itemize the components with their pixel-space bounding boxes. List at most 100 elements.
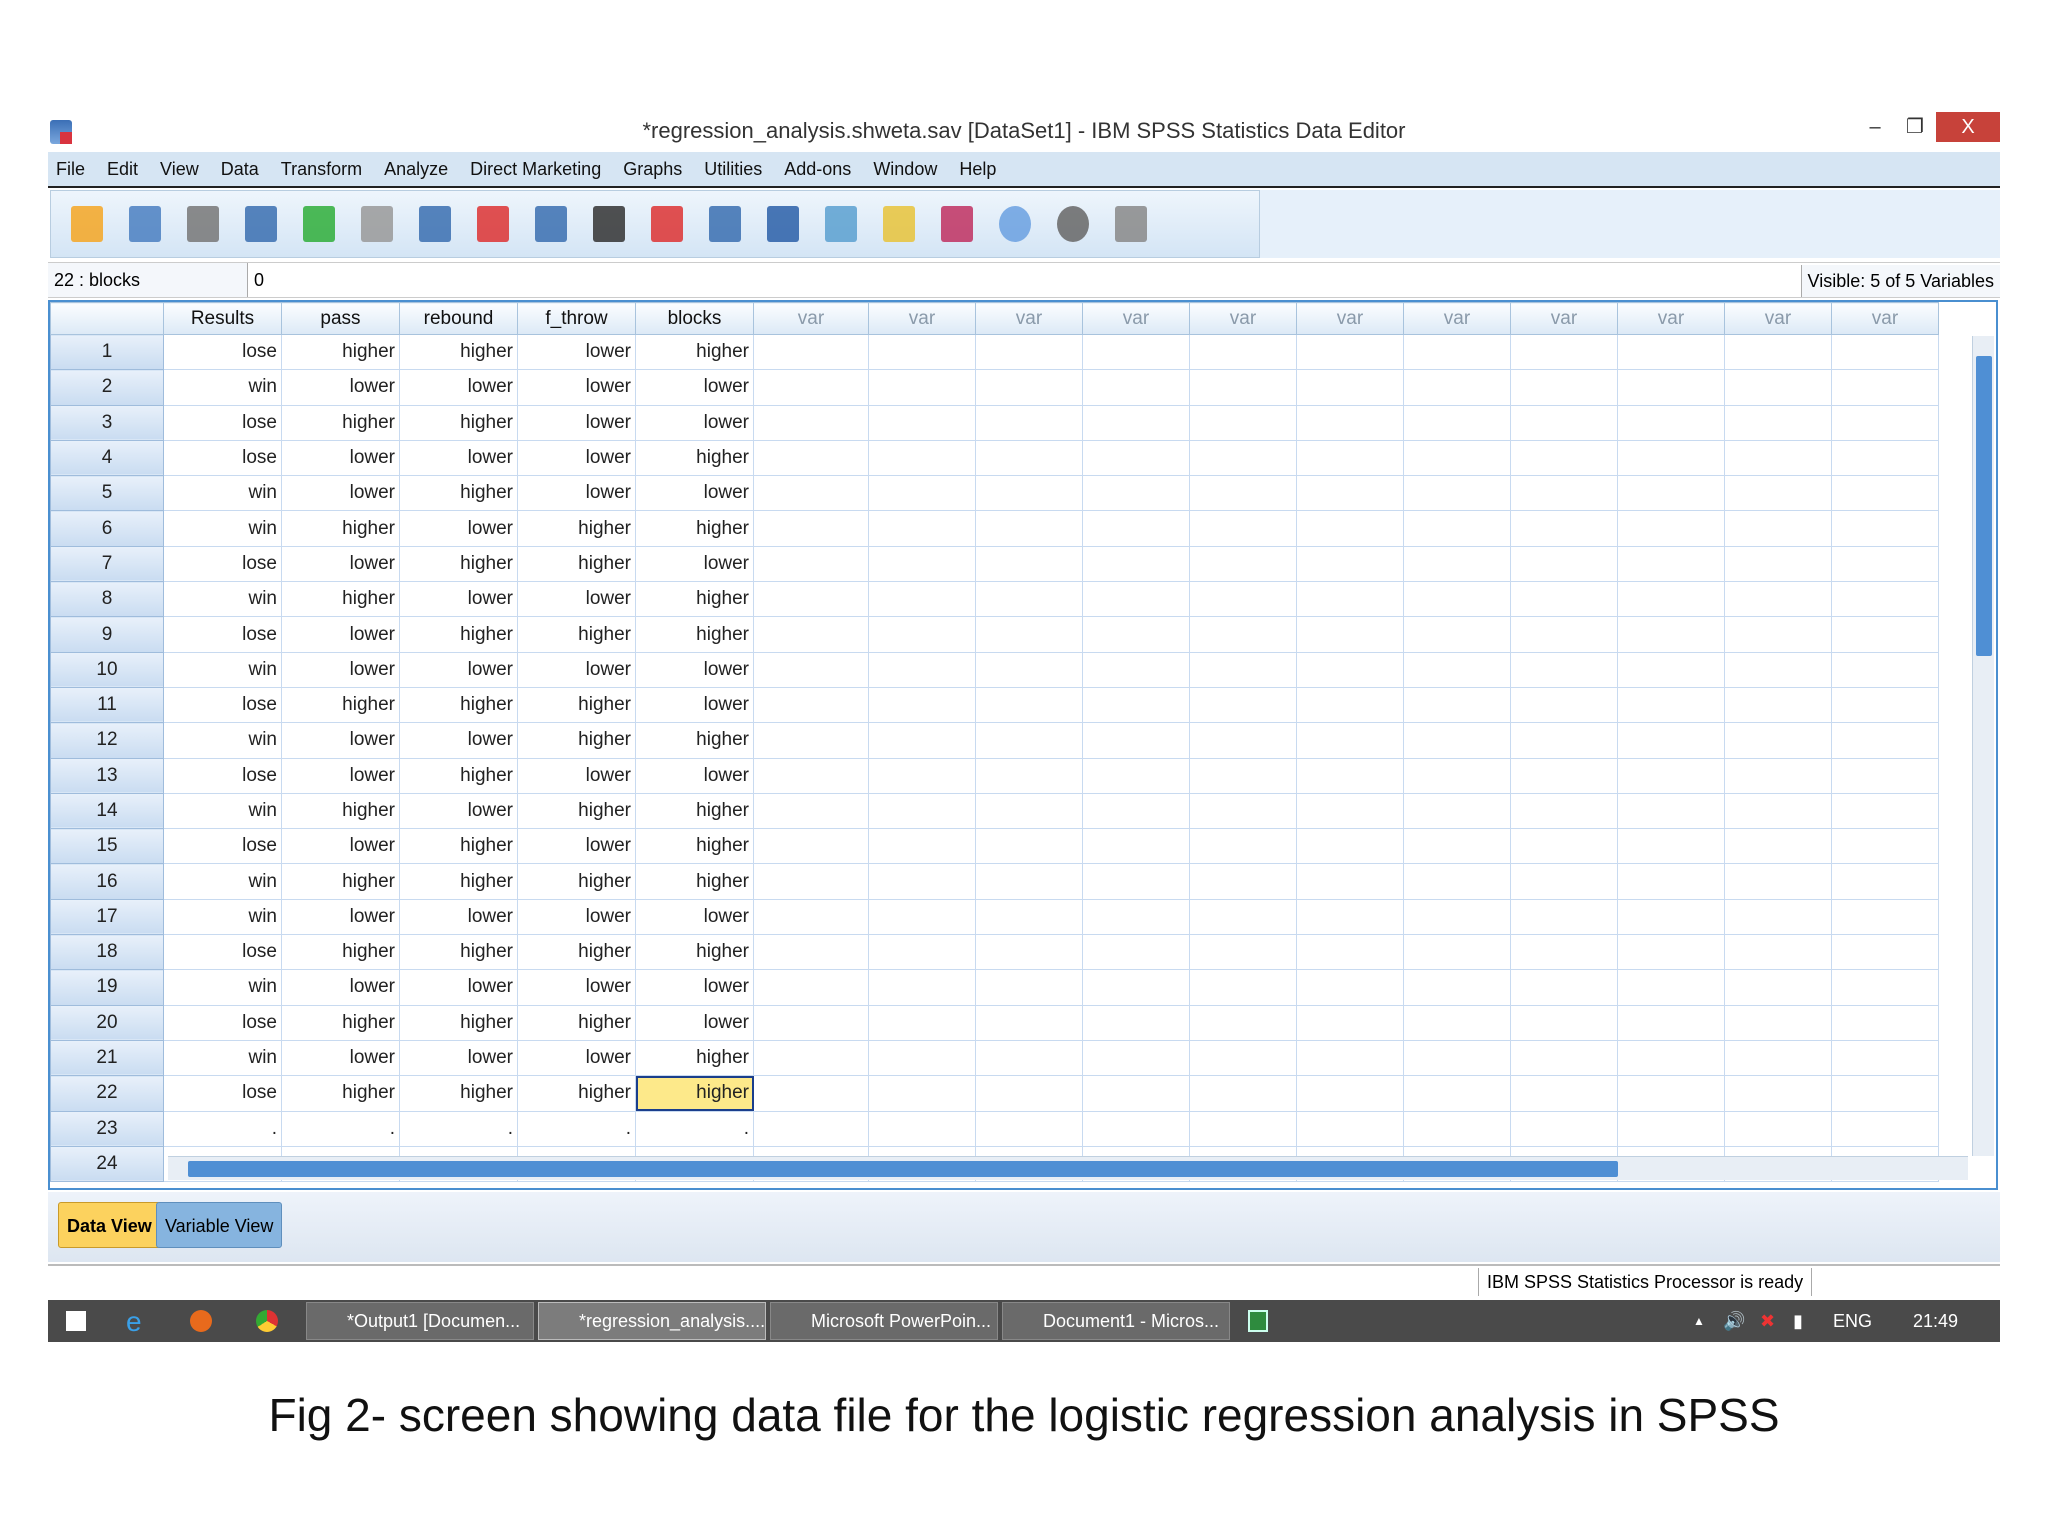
cell-empty[interactable]: [1831, 792, 1939, 830]
horizontal-scroll-thumb[interactable]: [188, 1161, 1618, 1177]
cell-pass[interactable]: lower: [281, 439, 400, 477]
cell-empty[interactable]: [1831, 545, 1939, 583]
cell-empty[interactable]: [868, 333, 976, 371]
column-header-f_throw[interactable]: f_throw: [517, 302, 636, 335]
cell-empty[interactable]: [975, 439, 1083, 477]
cell-rebound[interactable]: higher: [399, 404, 518, 441]
taskbar-powerpoint[interactable]: Microsoft PowerPoin...: [770, 1302, 998, 1340]
cell-f_throw[interactable]: higher: [517, 616, 636, 653]
cell-empty[interactable]: [1403, 475, 1511, 512]
cell-empty[interactable]: [1082, 969, 1190, 1006]
cell-empty[interactable]: [1296, 1075, 1404, 1112]
cell-empty[interactable]: [1082, 934, 1190, 971]
cell-empty[interactable]: [1724, 969, 1832, 1006]
row-header[interactable]: 22: [50, 1075, 164, 1112]
cell-blocks[interactable]: higher: [635, 333, 754, 371]
cell-empty[interactable]: [1296, 934, 1404, 971]
cell-empty[interactable]: [1617, 439, 1725, 477]
cell-empty[interactable]: [975, 581, 1083, 618]
cell-empty[interactable]: [1189, 545, 1297, 583]
tab-variable-view[interactable]: Variable View: [156, 1202, 283, 1248]
cell-empty[interactable]: [975, 1004, 1083, 1041]
cell-empty[interactable]: [1724, 1039, 1832, 1077]
cell-f_throw[interactable]: higher: [517, 934, 636, 971]
cell-empty[interactable]: [1296, 863, 1404, 900]
cell-empty[interactable]: [975, 934, 1083, 971]
cell-rebound[interactable]: lower: [399, 792, 518, 830]
cell-empty[interactable]: [753, 863, 869, 900]
cell-empty[interactable]: [1724, 1004, 1832, 1041]
cell-empty[interactable]: [975, 863, 1083, 900]
cell-empty[interactable]: [1724, 934, 1832, 971]
cell-rebound[interactable]: lower: [399, 581, 518, 618]
cell-empty[interactable]: [1617, 616, 1725, 653]
cell-empty[interactable]: [1831, 581, 1939, 618]
cell-pass[interactable]: higher: [281, 581, 400, 618]
cell-empty[interactable]: [868, 792, 976, 830]
cell-empty[interactable]: [1724, 439, 1832, 477]
cell-empty[interactable]: [1617, 545, 1725, 583]
cell-empty[interactable]: [1403, 439, 1511, 477]
cell-empty[interactable]: [868, 1075, 976, 1112]
cell-empty[interactable]: [1510, 1039, 1618, 1077]
cell-blocks[interactable]: lower: [635, 475, 754, 512]
column-header-var[interactable]: var: [753, 302, 869, 335]
cell-empty[interactable]: [1189, 863, 1297, 900]
cell-empty[interactable]: [1403, 510, 1511, 547]
cell-empty[interactable]: [1082, 898, 1190, 936]
cell-pass[interactable]: lower: [281, 898, 400, 936]
cell-empty[interactable]: [1510, 475, 1618, 512]
cell-empty[interactable]: [1403, 1039, 1511, 1077]
open-icon[interactable]: [65, 200, 109, 248]
cell-empty[interactable]: [1831, 828, 1939, 865]
cell-results[interactable]: win: [163, 792, 282, 830]
cell-results[interactable]: lose: [163, 1004, 282, 1041]
cell-empty[interactable]: [1617, 1039, 1725, 1077]
cell-empty[interactable]: [868, 969, 976, 1006]
cell-results[interactable]: lose: [163, 934, 282, 971]
cell-empty[interactable]: [1403, 828, 1511, 865]
cell-empty[interactable]: [1510, 898, 1618, 936]
cell-empty[interactable]: [1189, 1110, 1297, 1147]
cell-rebound[interactable]: lower: [399, 1039, 518, 1077]
goto-variable-icon[interactable]: [471, 200, 515, 248]
start-icon[interactable]: [66, 1311, 86, 1331]
column-header-var[interactable]: var: [868, 302, 976, 335]
cell-empty[interactable]: [1510, 863, 1618, 900]
cell-empty[interactable]: [1510, 757, 1618, 794]
horizontal-scrollbar[interactable]: [168, 1156, 1968, 1180]
cell-empty[interactable]: [1831, 616, 1939, 653]
cell-empty[interactable]: [1831, 686, 1939, 724]
cell-empty[interactable]: [868, 510, 976, 547]
undo-icon[interactable]: [297, 200, 341, 248]
minimize-button[interactable]: ‒: [1860, 112, 1890, 142]
cell-empty[interactable]: [1724, 1075, 1832, 1112]
ie-icon[interactable]: e: [126, 1306, 142, 1338]
cell-rebound[interactable]: lower: [399, 439, 518, 477]
cell-empty[interactable]: [1189, 969, 1297, 1006]
cell-pass[interactable]: lower: [281, 475, 400, 512]
cell-empty[interactable]: [1403, 792, 1511, 830]
cell-empty[interactable]: [868, 828, 976, 865]
cell-empty[interactable]: [1296, 1004, 1404, 1041]
cell-empty[interactable]: [1296, 1039, 1404, 1077]
cell-blocks[interactable]: higher: [635, 934, 754, 971]
menu-window[interactable]: Window: [873, 159, 937, 180]
cell-results[interactable]: lose: [163, 757, 282, 794]
cell-empty[interactable]: [1724, 898, 1832, 936]
cell-empty[interactable]: [1510, 1110, 1618, 1147]
cell-empty[interactable]: [1082, 545, 1190, 583]
cell-empty[interactable]: [1403, 863, 1511, 900]
cell-empty[interactable]: [1082, 333, 1190, 371]
menu-graphs[interactable]: Graphs: [623, 159, 682, 180]
cell-empty[interactable]: [753, 969, 869, 1006]
cell-results[interactable]: win: [163, 722, 282, 759]
menu-analyze[interactable]: Analyze: [384, 159, 448, 180]
cell-f_throw[interactable]: .: [517, 1110, 636, 1147]
taskbar-word[interactable]: Document1 - Micros...: [1002, 1302, 1230, 1340]
select-cases-icon[interactable]: [877, 200, 921, 248]
cell-pass[interactable]: higher: [281, 934, 400, 971]
battery-icon[interactable]: ▮: [1793, 1300, 1803, 1342]
cell-empty[interactable]: [1296, 792, 1404, 830]
cell-empty[interactable]: [1296, 545, 1404, 583]
